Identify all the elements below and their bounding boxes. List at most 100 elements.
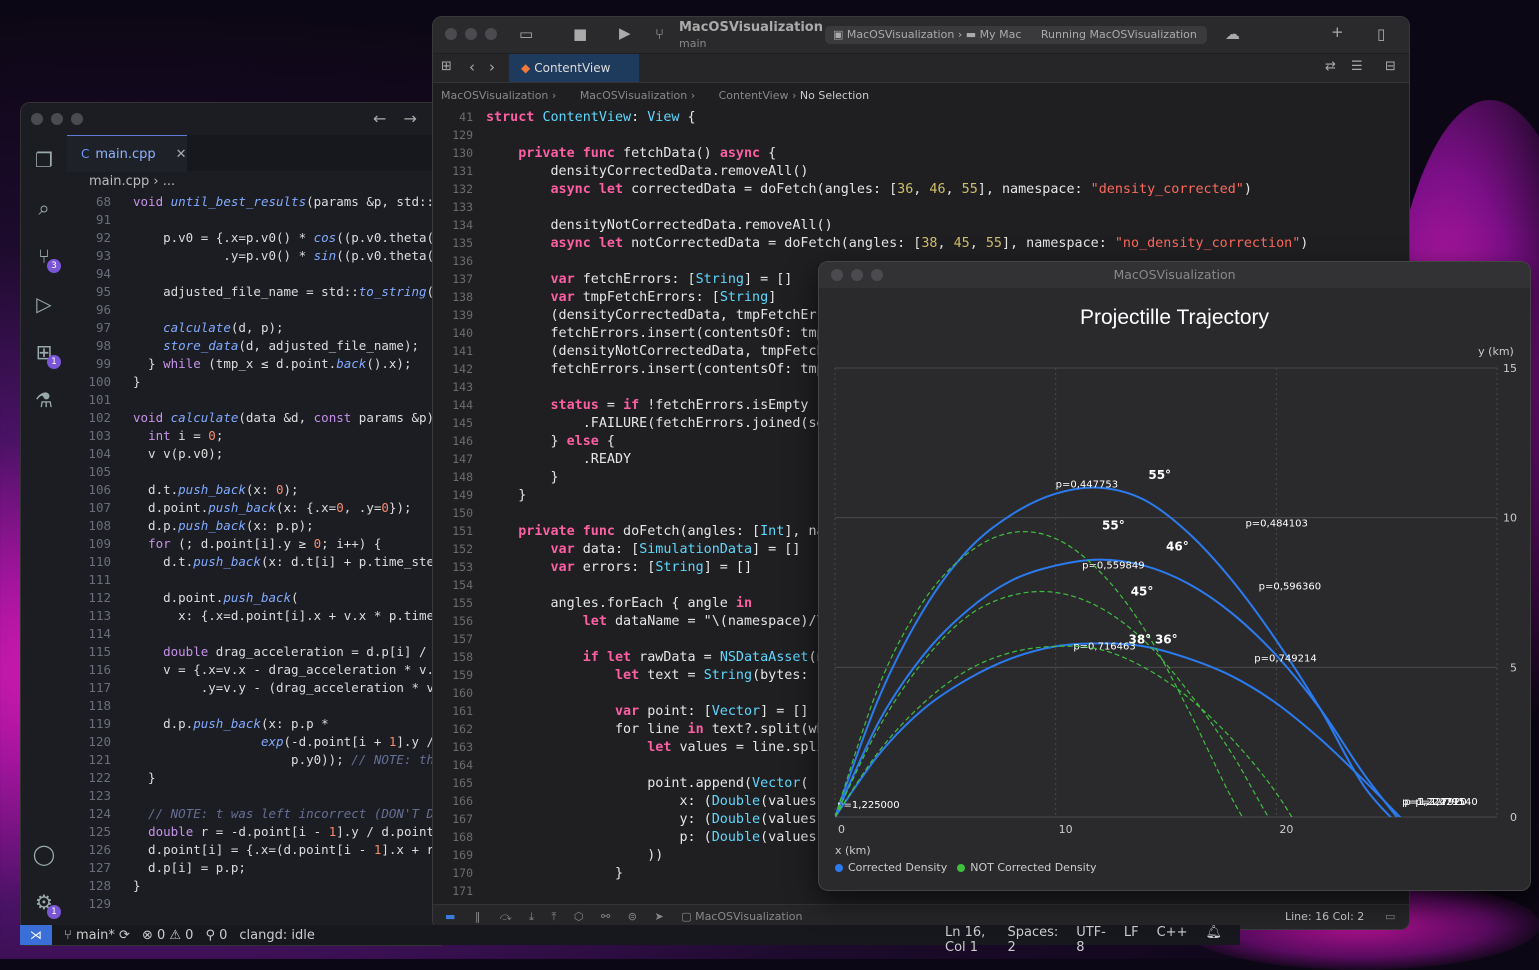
code-line[interactable]: 94 — [67, 265, 441, 283]
code-line[interactable]: 119 d.p.push_back(x: p.p * — [67, 715, 441, 733]
view-debugger-icon[interactable]: ⬡ — [574, 910, 584, 923]
back-icon[interactable]: ‹ — [469, 58, 475, 76]
close-button[interactable] — [31, 113, 43, 125]
code-line[interactable]: 104 v v(p.v0); — [67, 445, 441, 463]
language-status[interactable]: C++ — [1157, 925, 1188, 955]
cursor-status[interactable]: Ln 16, Col 1 — [945, 925, 989, 955]
code-line[interactable]: 120 exp(-d.point[i + 1].y / — [67, 733, 441, 751]
search-icon[interactable]: ⌕ — [31, 195, 57, 221]
settings-gear-icon[interactable]: ⚙ 1 — [31, 889, 61, 919]
code-line[interactable]: 98 store_data(d, adjusted_file_name); — [67, 337, 441, 355]
code-line[interactable]: 128} — [67, 877, 441, 895]
console-toggle-icon[interactable]: ▬ — [445, 910, 455, 923]
extensions-icon[interactable]: ⊞ 1 — [31, 339, 61, 369]
inspector-toggle-icon[interactable]: ▯ — [1377, 25, 1385, 43]
memory-graph-icon[interactable]: ⚯ — [601, 910, 610, 923]
grid-icon[interactable]: ⊞ — [441, 59, 452, 74]
code-line[interactable]: 124 // NOTE: t was left incorrect (DON'T… — [67, 805, 441, 823]
panel-toggle-icon[interactable]: ▭ — [1385, 905, 1395, 929]
code-line[interactable]: 92 p.v0 = {.x=p.v0() * cos((p.v0.theta() — [67, 229, 441, 247]
environment-icon[interactable]: ⊜ — [628, 910, 637, 923]
scheme-target[interactable]: MacOSVisualization — [847, 28, 954, 41]
code-line[interactable]: 131 densityCorrectedData.removeAll() — [433, 162, 1395, 180]
code-line[interactable]: 101 — [67, 391, 441, 409]
remote-icon[interactable]: ⋊ — [20, 925, 52, 945]
code-line[interactable]: 115 double drag_acceleration = d.p[i] / … — [67, 643, 441, 661]
code-line[interactable]: 123 — [67, 787, 441, 805]
forward-icon[interactable]: › — [489, 58, 495, 76]
refresh-icon[interactable]: ⇄ — [1325, 59, 1336, 74]
split-editor-icon[interactable]: ⊟ — [1385, 59, 1396, 74]
ports-status[interactable]: ⚲ 0 — [205, 928, 227, 943]
code-line[interactable]: 108 d.p.push_back(x: p.p); — [67, 517, 441, 535]
minimize-button[interactable] — [465, 28, 477, 40]
code-editor[interactable]: 68 void until_best_results(params &p, std… — [67, 193, 441, 923]
code-line[interactable]: 127 d.p[i] = p.p; — [67, 859, 441, 877]
crumb-file[interactable]: ContentView — [719, 89, 789, 102]
code-line[interactable]: 103 int i = 0; — [67, 427, 441, 445]
code-line[interactable]: 132 async let correctedData = doFetch(an… — [433, 180, 1395, 198]
lsp-status[interactable]: clangd: idle — [239, 928, 314, 943]
breadcrumb[interactable]: main.cpp › ... — [67, 171, 175, 193]
code-line[interactable]: 126 d.point[i] = {.x=(d.point[i - 1].x +… — [67, 841, 441, 859]
pause-icon[interactable]: ‖ — [475, 910, 481, 923]
stop-icon[interactable]: ■ — [573, 25, 587, 43]
code-line[interactable]: 109 for (; d.point[i].y ≥ 0; i++) { — [67, 535, 441, 553]
scheme-destination[interactable]: My Mac — [980, 28, 1022, 41]
lines-icon[interactable]: ☰ — [1351, 59, 1363, 74]
problems-status[interactable]: ⊗ 0 ⚠ 0 — [142, 928, 194, 943]
back-arrow-icon[interactable]: ← — [373, 109, 386, 128]
explorer-icon[interactable]: ❐ — [31, 147, 57, 173]
location-icon[interactable]: ➤ — [654, 910, 663, 923]
code-line[interactable]: 110 d.t.push_back(x: d.t[i] + p.time_ste… — [67, 553, 441, 571]
code-line[interactable]: 125 double r = -d.point[i - 1].y / d.poi… — [67, 823, 441, 841]
code-line[interactable]: 93 .y=p.v0() * sin((p.v0.theta() — [67, 247, 441, 265]
add-icon[interactable]: + — [1331, 23, 1344, 41]
crumb-project[interactable]: MacOSVisualization — [441, 89, 548, 102]
code-line[interactable]: 117 .y=v.y - (drag_acceleration * v. — [67, 679, 441, 697]
code-line[interactable]: 91 — [67, 211, 441, 229]
code-line[interactable]: 118 — [67, 697, 441, 715]
testing-flask-icon[interactable]: ⚗ — [31, 387, 57, 413]
close-button[interactable] — [445, 28, 457, 40]
encoding-status[interactable]: UTF-8 — [1076, 925, 1106, 955]
zoom-button[interactable] — [71, 113, 83, 125]
code-line[interactable]: 105 — [67, 463, 441, 481]
zoom-button[interactable] — [485, 28, 497, 40]
code-line[interactable]: 129 — [67, 895, 441, 913]
code-line[interactable]: 130 private func fetchData() async { — [433, 144, 1395, 162]
code-line[interactable]: 112 d.point.push_back( — [67, 589, 441, 607]
code-line[interactable]: 133 — [433, 198, 1395, 216]
indent-status[interactable]: Spaces: 2 — [1007, 925, 1058, 955]
code-line[interactable]: 116 v = {.x=v.x - drag_acceleration * v.… — [67, 661, 441, 679]
jump-bar[interactable]: MacOSVisualization › MacOSVisualization … — [441, 85, 869, 107]
code-line[interactable]: 113 x: {.x=d.point[i].x + v.x * p.time — [67, 607, 441, 625]
branch-status[interactable]: ⑂ main* ⟳ — [64, 928, 130, 943]
forward-arrow-icon[interactable]: → — [404, 109, 417, 128]
scheme-selector[interactable]: ▣ MacOSVisualization › ▬ My Mac Running … — [825, 26, 1207, 44]
code-line[interactable]: 122 } — [67, 769, 441, 787]
code-line[interactable]: 99 } while (tmp_x ≤ d.point.back().x); — [67, 355, 441, 373]
step-out-icon[interactable]: ⤒ — [552, 910, 557, 923]
code-line[interactable]: 96 — [67, 301, 441, 319]
code-line[interactable]: 41 struct ContentView: View { — [433, 108, 1395, 126]
crumb-group[interactable]: MacOSVisualization — [580, 89, 687, 102]
code-line[interactable]: 107 d.point.push_back(x: {.x=0, .y=0}); — [67, 499, 441, 517]
crumb-selection[interactable]: No Selection — [800, 89, 869, 102]
code-line[interactable]: 100} — [67, 373, 441, 391]
run-debug-icon[interactable]: ▷ — [31, 291, 57, 317]
step-over-icon[interactable]: ⤼ — [500, 910, 512, 923]
run-icon[interactable]: ▶ — [619, 24, 631, 42]
notifications-icon[interactable]: 🔔︎ — [1205, 925, 1222, 955]
tab-main-cpp[interactable]: C main.cpp ✕ — [67, 135, 187, 172]
code-line[interactable]: 114 — [67, 625, 441, 643]
tab-contentview[interactable]: ◆ ContentView — [509, 54, 639, 82]
code-line[interactable]: 135 async let notCorrectedData = doFetch… — [433, 234, 1395, 252]
sidebar-toggle-icon[interactable]: ▭ — [519, 25, 533, 43]
eol-status[interactable]: LF — [1124, 925, 1139, 955]
step-into-icon[interactable]: ⤓ — [529, 910, 534, 923]
account-icon[interactable]: ◯ — [31, 841, 57, 867]
minimize-button[interactable] — [51, 113, 63, 125]
close-tab-icon[interactable]: ✕ — [176, 147, 187, 162]
code-line[interactable]: 68 void until_best_results(params &p, std… — [67, 193, 441, 211]
